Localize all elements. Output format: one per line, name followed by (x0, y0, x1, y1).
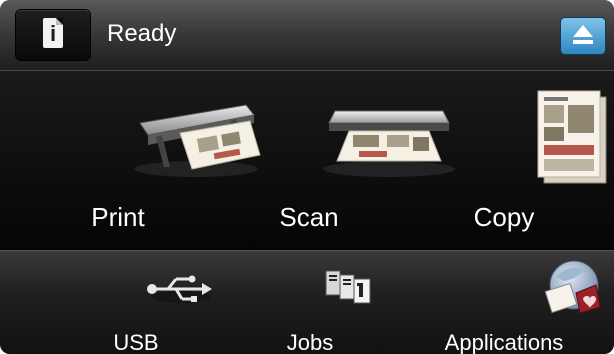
jobs-tile[interactable]: Jobs (270, 251, 371, 354)
copy-tile[interactable]: Copy (436, 71, 607, 246)
status-bar: i Ready (0, 0, 614, 71)
applications-icon (544, 260, 601, 314)
bottom-menu: USB Jobs Applications (0, 250, 614, 354)
usb-label: USB (113, 330, 159, 354)
eject-button[interactable] (561, 18, 605, 54)
status-text: Ready (107, 20, 177, 47)
applications-label: Applications (444, 330, 564, 354)
print-tile[interactable]: Print (44, 71, 261, 246)
info-icon: i (43, 18, 63, 48)
copy-label: Copy (473, 202, 535, 232)
print-label: Print (91, 202, 145, 232)
printer-touch-screen: i Ready Print Scan Copy USB Jobs Applica… (0, 0, 614, 354)
jobs-icon (325, 270, 371, 304)
jobs-label: Jobs (286, 330, 334, 354)
scan-label: Scan (279, 202, 339, 232)
info-button[interactable]: i (16, 10, 90, 60)
eject-icon-bar (573, 40, 593, 44)
copy-document-icon (537, 90, 607, 184)
scan-tile[interactable]: Scan (229, 71, 455, 246)
usb-tile[interactable]: USB (91, 251, 212, 354)
applications-tile[interactable]: Applications (436, 251, 601, 354)
usb-icon (147, 275, 212, 303)
main-menu: Print Scan Copy (0, 71, 614, 250)
eject-icon (573, 25, 593, 37)
